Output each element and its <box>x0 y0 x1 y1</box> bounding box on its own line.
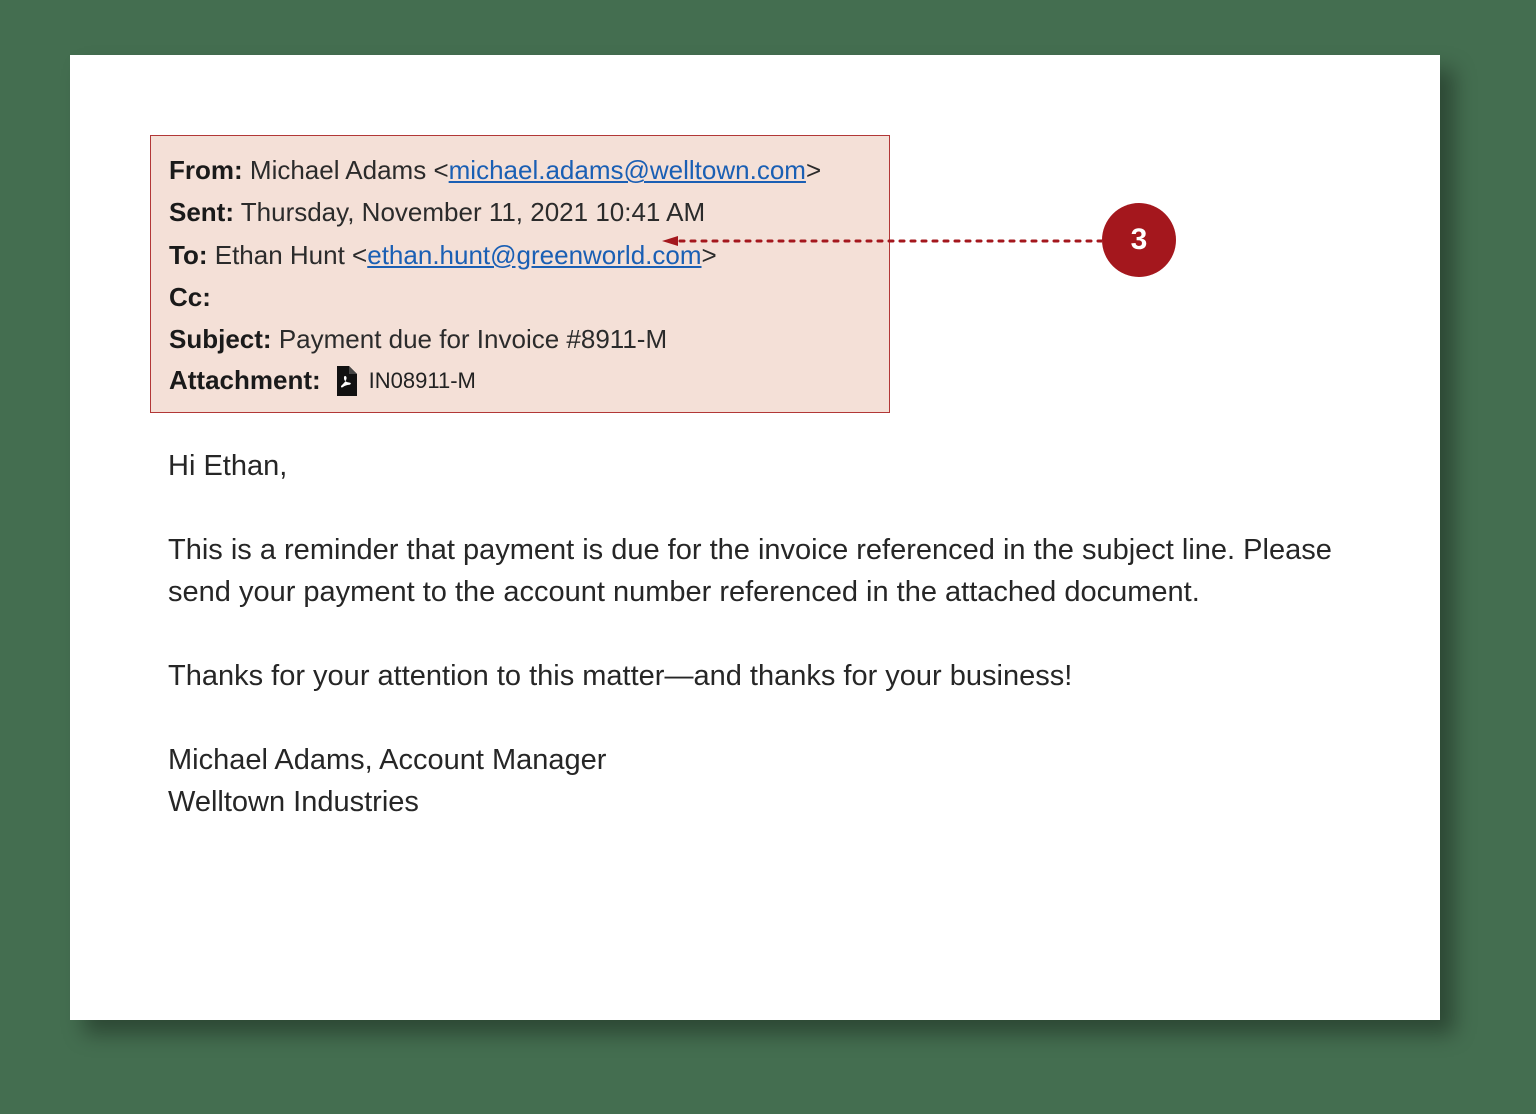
cc-label: Cc: <box>169 282 211 312</box>
subject-value: Payment due for Invoice #8911-M <box>279 324 667 354</box>
email-card: From: Michael Adams <michael.adams@wellt… <box>70 55 1440 1020</box>
from-line: From: Michael Adams <michael.adams@wellt… <box>169 150 871 190</box>
body-paragraph-1: This is a reminder that payment is due f… <box>168 529 1348 613</box>
to-line: To: Ethan Hunt <ethan.hunt@greenworld.co… <box>169 235 871 275</box>
from-name: Michael Adams <box>250 155 426 185</box>
to-email-link[interactable]: ethan.hunt@greenworld.com <box>367 240 701 270</box>
signature-line-1: Michael Adams, Account Manager <box>168 744 606 776</box>
attachment-name[interactable]: IN08911-M <box>369 368 476 394</box>
email-header-box: From: Michael Adams <michael.adams@wellt… <box>150 135 890 413</box>
to-label: To: <box>169 240 208 270</box>
subject-label: Subject: <box>169 324 272 354</box>
sent-value: Thursday, November 11, 2021 10:41 AM <box>241 197 705 227</box>
email-body: Hi Ethan, This is a reminder that paymen… <box>168 445 1348 823</box>
sent-line: Sent: Thursday, November 11, 2021 10:41 … <box>169 192 871 232</box>
subject-line: Subject: Payment due for Invoice #8911-M <box>169 319 871 359</box>
attachment-line: Attachment: IN08911-M <box>169 365 871 396</box>
signature-line-2: Welltown Industries <box>168 786 419 818</box>
from-email-link[interactable]: michael.adams@welltown.com <box>449 155 806 185</box>
cc-line: Cc: <box>169 277 871 317</box>
callout-number: 3 <box>1131 223 1148 257</box>
callout-badge: 3 <box>1102 203 1176 277</box>
sent-label: Sent: <box>169 197 234 227</box>
attachment-label: Attachment: <box>169 365 321 396</box>
greeting: Hi Ethan, <box>168 445 1348 487</box>
pdf-file-icon[interactable] <box>333 366 357 396</box>
body-paragraph-2: Thanks for your attention to this matter… <box>168 655 1348 697</box>
to-name: Ethan Hunt <box>215 240 345 270</box>
from-label: From: <box>169 155 243 185</box>
signature: Michael Adams, Account Manager Welltown … <box>168 739 1348 823</box>
